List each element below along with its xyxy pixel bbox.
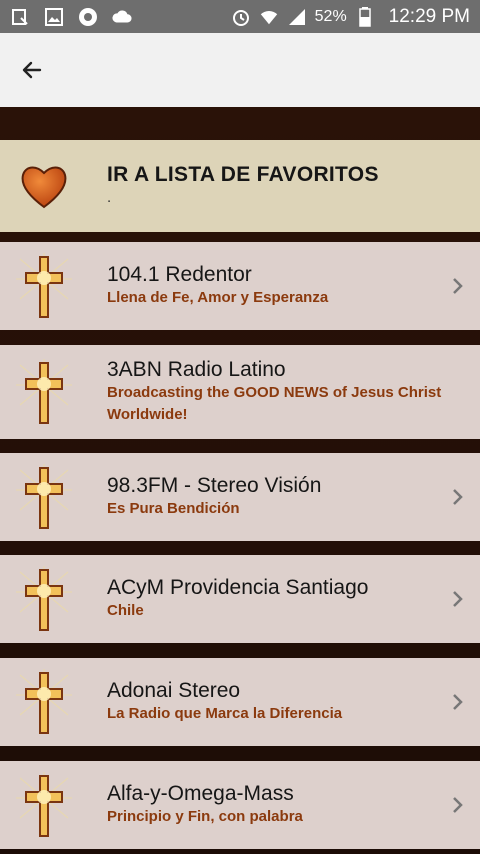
favorites-row[interactable]: IR A LISTA DE FAVORITOS . [0,140,480,232]
station-name: Alfa-y-Omega-Mass [107,782,294,805]
back-button[interactable] [0,33,64,107]
station-name: 98.3FM - Stereo Visión [107,474,322,497]
cross-icon [16,464,72,529]
chevron-right-icon [436,487,480,507]
station-slogan: Chile [107,602,144,619]
station-slogan: Es Pura Bendición [107,500,240,517]
chevron-right-icon [436,589,480,609]
download-icon [10,7,30,27]
station-row[interactable]: ACyM Providencia Santiago Chile [0,555,480,643]
signal-icon [287,7,307,27]
station-slogan: La Radio que Marca la Diferencia [107,705,343,722]
cloud-icon [112,7,132,27]
station-list: IR A LISTA DE FAVORITOS . 104.1 Redentor… [0,107,480,854]
favorites-title: IR A LISTA DE FAVORITOS [107,163,379,186]
cross-icon-cell [0,348,88,436]
station-row[interactable]: 98.3FM - Stereo Visión Es Pura Bendición [0,453,480,541]
battery-icon [355,6,375,27]
chevron-right-icon [436,795,480,815]
image-icon [44,7,64,27]
clock: 12:29 PM [388,5,470,27]
cross-icon [16,566,72,631]
heart-icon [21,166,67,209]
favorites-subtitle: . [107,189,112,206]
favorites-icon-cell [0,142,88,230]
alarm-icon [231,7,251,27]
wifi-icon [259,7,279,27]
station-row[interactable]: Adonai Stereo La Radio que Marca la Dife… [0,658,480,746]
chevron-right-icon [436,276,480,296]
cross-icon-cell [0,453,88,541]
cross-icon-cell [0,242,88,330]
chrome-icon [78,7,98,27]
station-slogan: Llena de Fe, Amor y Esperanza [107,289,329,306]
station-row[interactable]: Alfa-y-Omega-Mass Principio y Fin, con p… [0,761,480,849]
chevron-right-icon [436,692,480,712]
cross-icon [16,359,72,424]
station-row[interactable]: 104.1 Redentor Llena de Fe, Amor y Esper… [0,242,480,330]
app-bar [0,33,480,107]
station-name: Adonai Stereo [107,679,241,702]
cross-icon [16,772,72,837]
battery-percent: 52% [314,7,347,25]
cross-icon [16,253,72,318]
cross-icon-cell [0,555,88,643]
cross-icon-cell [0,761,88,849]
cross-icon-cell [0,658,88,746]
arrow-left-icon [22,61,42,79]
station-name: ACyM Providencia Santiago [107,576,369,599]
station-slogan: Broadcasting the GOOD NEWS of Jesus Chri… [107,384,442,423]
status-bar: 52% 12:29 PM [0,0,480,33]
station-name: 3ABN Radio Latino [107,358,286,381]
station-slogan: Principio y Fin, con palabra [107,808,303,825]
station-row[interactable]: 3ABN Radio Latino Broadcasting the GOOD … [0,345,480,439]
station-name: 104.1 Redentor [107,263,252,286]
cross-icon [16,669,72,734]
